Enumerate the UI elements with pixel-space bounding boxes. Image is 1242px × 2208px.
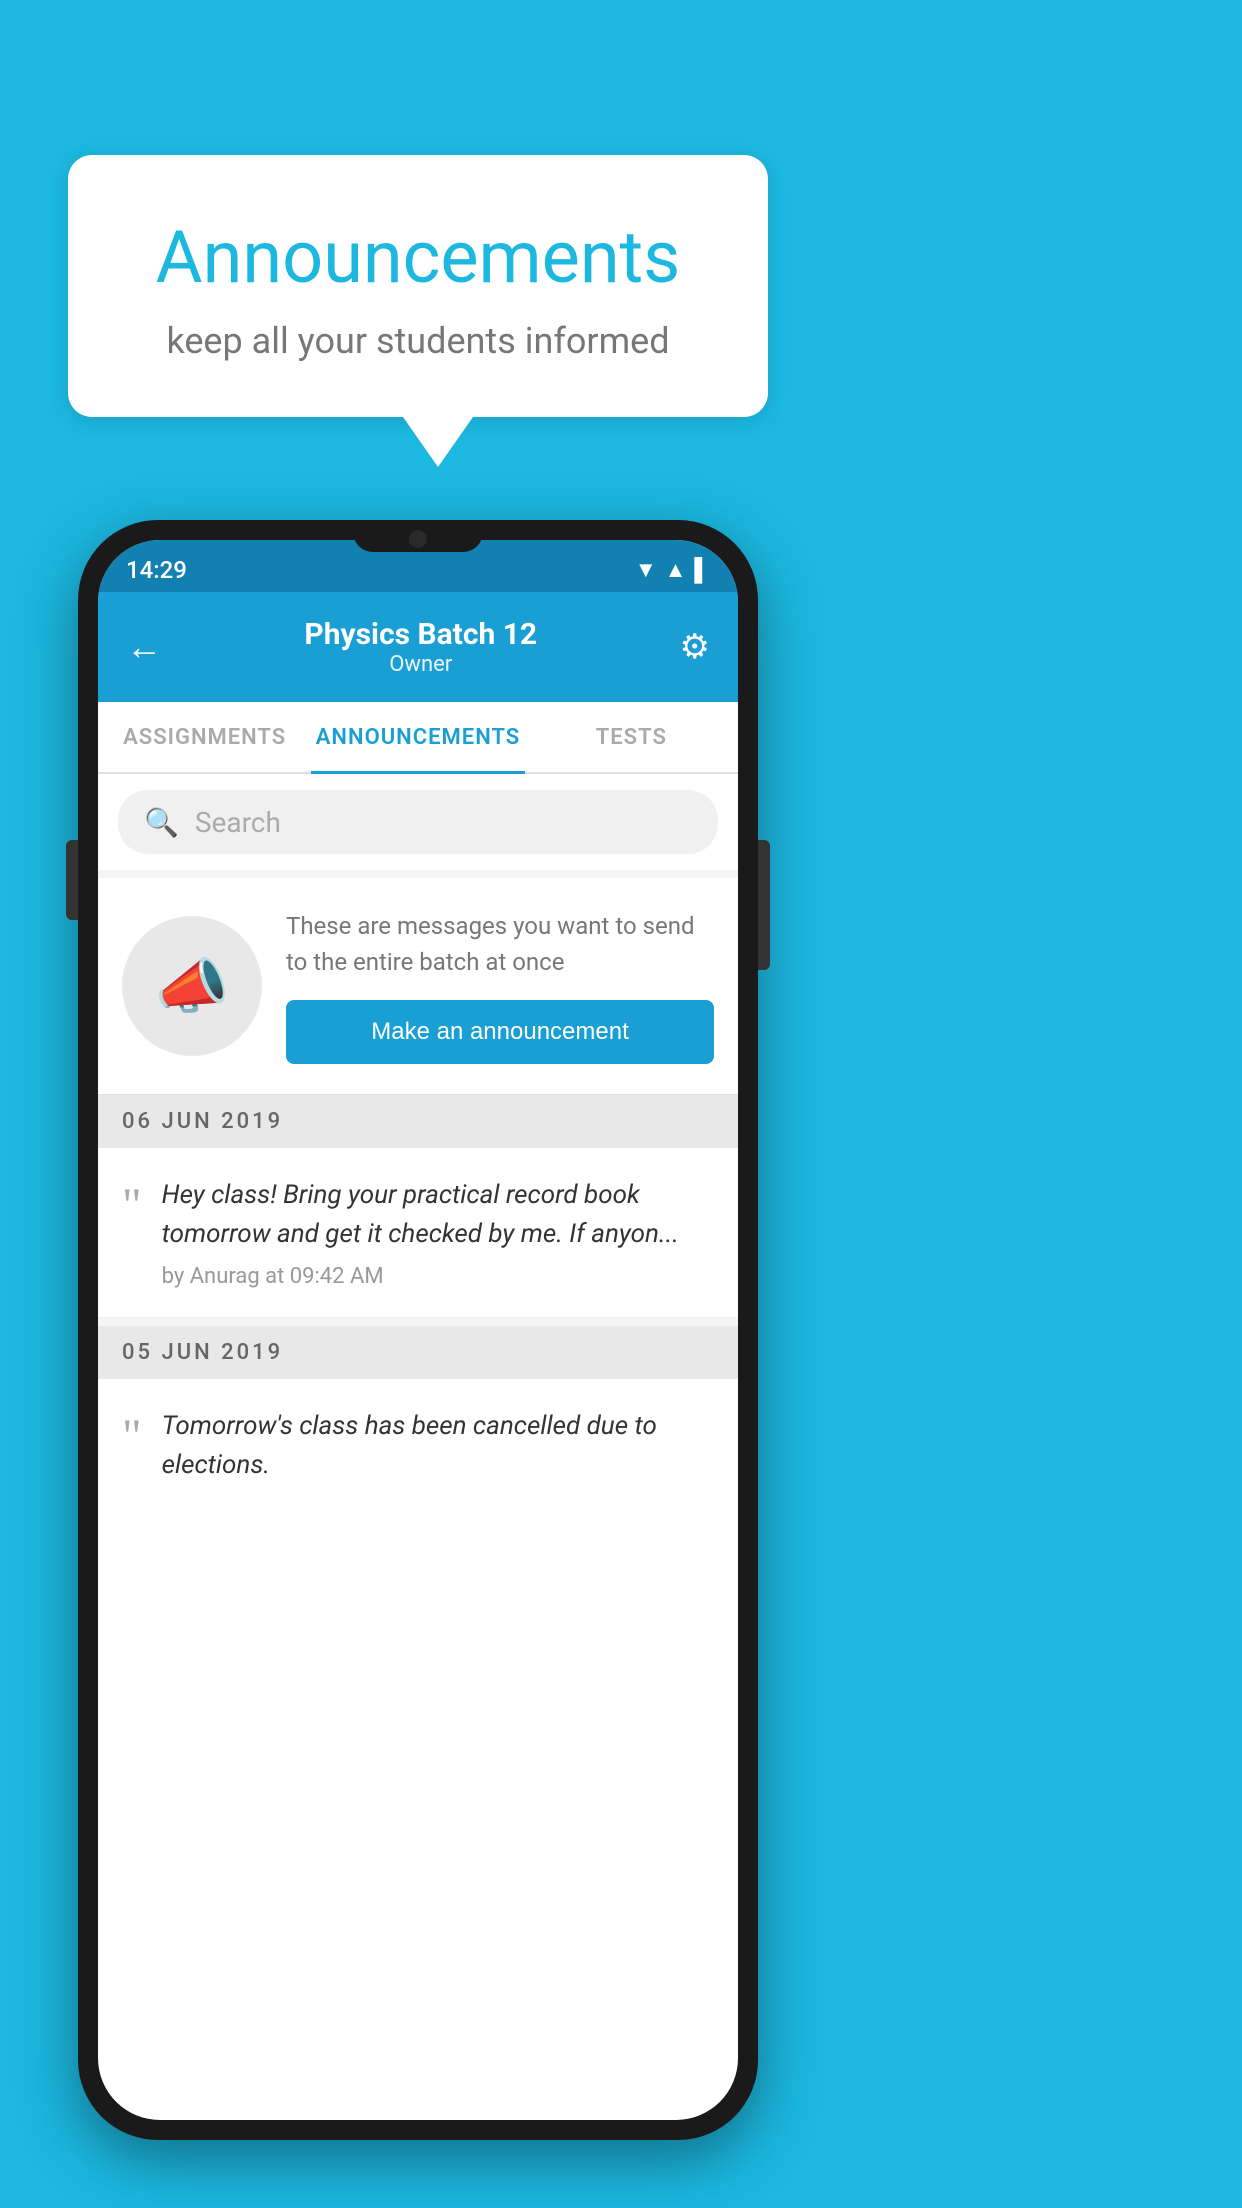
announcement-text-2: Tomorrow's class has been cancelled due … (162, 1407, 714, 1485)
tab-tests[interactable]: TESTS (525, 702, 738, 772)
megaphone-circle: 📣 (122, 916, 262, 1056)
search-icon: 🔍 (144, 806, 179, 839)
header-subtitle: Owner (162, 652, 680, 677)
phone-screen: 14:29 ▼ ▲ ▌ ← Physics Batch 12 Owner ⚙ (98, 540, 738, 2120)
date-separator-2: 05 JUN 2019 (98, 1326, 738, 1379)
phone-notch (353, 520, 483, 552)
speech-bubble: Announcements keep all your students inf… (68, 155, 768, 417)
quote-icon-1: " (122, 1182, 142, 1230)
announcement-item-2[interactable]: " Tomorrow's class has been cancelled du… (98, 1379, 738, 1523)
status-icons: ▼ ▲ ▌ (635, 557, 710, 583)
phone-camera (409, 530, 427, 548)
back-button[interactable]: ← (126, 626, 162, 668)
announcement-meta-1: by Anurag at 09:42 AM (162, 1264, 714, 1289)
megaphone-icon: 📣 (155, 951, 230, 1022)
signal-icon: ▲ (665, 557, 687, 583)
tab-announcements[interactable]: ANNOUNCEMENTS (311, 702, 524, 772)
promo-right: These are messages you want to send to t… (286, 908, 714, 1064)
announcement-content-2: Tomorrow's class has been cancelled due … (162, 1407, 714, 1495)
wifi-icon: ▼ (635, 557, 657, 583)
speech-bubble-title: Announcements (118, 215, 718, 300)
phone-mockup: 14:29 ▼ ▲ ▌ ← Physics Batch 12 Owner ⚙ (78, 520, 758, 2140)
make-announcement-button[interactable]: Make an announcement (286, 1000, 714, 1064)
app-header: ← Physics Batch 12 Owner ⚙ (98, 592, 738, 702)
phone-outer: 14:29 ▼ ▲ ▌ ← Physics Batch 12 Owner ⚙ (78, 520, 758, 2140)
announcement-item-1[interactable]: " Hey class! Bring your practical record… (98, 1148, 738, 1318)
search-bar[interactable]: 🔍 Search (118, 790, 718, 854)
announcement-content-1: Hey class! Bring your practical record b… (162, 1176, 714, 1289)
quote-icon-2: " (122, 1413, 142, 1461)
battery-icon: ▌ (694, 557, 710, 583)
settings-icon[interactable]: ⚙ (680, 627, 710, 667)
header-center: Physics Batch 12 Owner (162, 617, 680, 677)
speech-bubble-subtitle: keep all your students informed (118, 320, 718, 362)
header-title: Physics Batch 12 (162, 617, 680, 652)
announcement-text-1: Hey class! Bring your practical record b… (162, 1176, 714, 1254)
speech-bubble-container: Announcements keep all your students inf… (68, 155, 768, 467)
content-area: 🔍 Search 📣 These are messages you want t… (98, 774, 738, 1523)
promo-card: 📣 These are messages you want to send to… (98, 878, 738, 1095)
search-container: 🔍 Search (98, 774, 738, 870)
date-separator-1: 06 JUN 2019 (98, 1095, 738, 1148)
search-placeholder: Search (195, 806, 281, 839)
speech-bubble-arrow (403, 417, 473, 467)
tab-assignments[interactable]: ASSIGNMENTS (98, 702, 311, 772)
tabs-container: ASSIGNMENTS ANNOUNCEMENTS TESTS (98, 702, 738, 774)
status-time: 14:29 (126, 556, 187, 584)
promo-description: These are messages you want to send to t… (286, 908, 714, 980)
